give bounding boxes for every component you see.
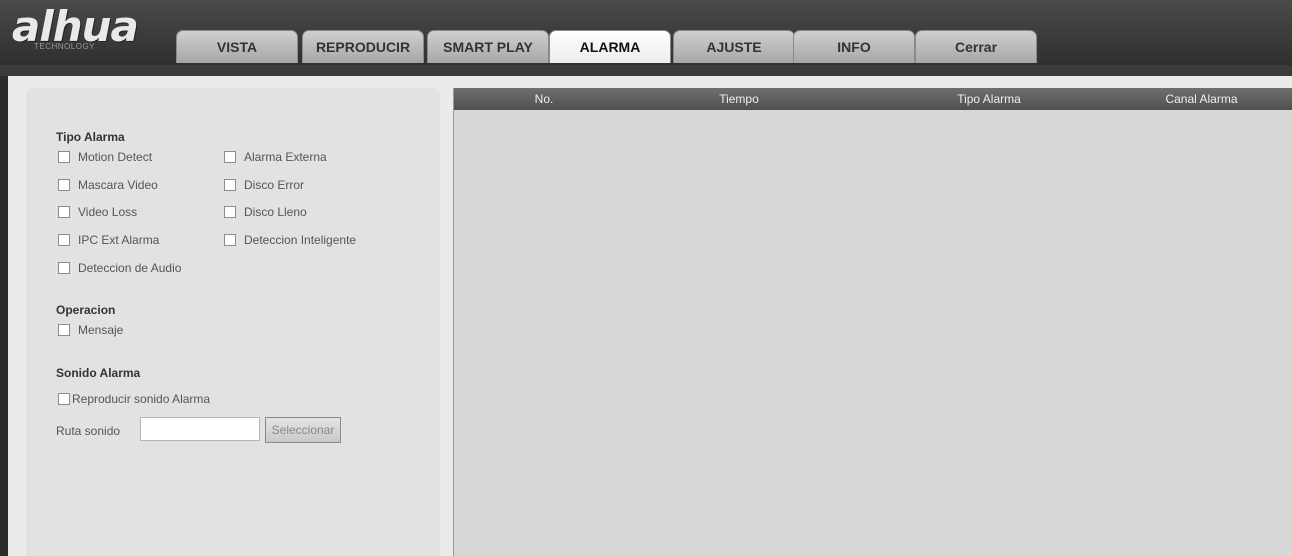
checkbox-deteccion-audio[interactable]: Deteccion de Audio bbox=[58, 261, 181, 275]
column-tiempo: Tiempo bbox=[719, 92, 759, 106]
tab-ajuste[interactable]: AJUSTE bbox=[673, 30, 795, 63]
checkbox-disco-error[interactable]: Disco Error bbox=[224, 178, 304, 192]
checkbox-alarma-externa[interactable]: Alarma Externa bbox=[224, 150, 327, 164]
checkbox-reproducir-sonido[interactable]: Reproducir sonido Alarma bbox=[58, 392, 210, 406]
tab-vista[interactable]: VISTA bbox=[176, 30, 298, 63]
column-canal-alarma: Canal Alarma bbox=[1165, 92, 1238, 106]
dahua-logo: alhua TECHNOLOGY bbox=[12, 2, 162, 54]
tab-cerrar[interactable]: Cerrar bbox=[915, 30, 1037, 63]
operation-title: Operacion bbox=[56, 303, 116, 317]
tab-reproducir[interactable]: REPRODUCIR bbox=[302, 30, 424, 63]
checkbox-mensaje[interactable]: Mensaje bbox=[58, 323, 123, 337]
checkbox-box[interactable] bbox=[58, 234, 70, 246]
column-no: No. bbox=[534, 92, 554, 106]
checkbox-label: Alarma Externa bbox=[244, 150, 327, 164]
checkbox-label: IPC Ext Alarma bbox=[78, 233, 160, 247]
checkbox-box[interactable] bbox=[58, 324, 70, 336]
checkbox-label: Video Loss bbox=[78, 205, 138, 219]
checkbox-video-loss[interactable]: Video Loss bbox=[58, 205, 137, 219]
sound-path-input[interactable] bbox=[140, 417, 260, 441]
checkbox-mascara-video[interactable]: Mascara Video bbox=[58, 178, 158, 192]
checkbox-motion-detect[interactable]: Motion Detect bbox=[58, 150, 152, 164]
checkbox-box[interactable] bbox=[224, 179, 236, 191]
checkbox-box[interactable] bbox=[224, 206, 236, 218]
checkbox-label: Deteccion Inteligente bbox=[244, 233, 357, 247]
checkbox-box[interactable] bbox=[58, 206, 70, 218]
table-header: No. Tiempo Tipo Alarma Canal Alarma bbox=[454, 88, 1292, 110]
tab-info[interactable]: INFO bbox=[793, 30, 915, 63]
logo-subtitle: TECHNOLOGY bbox=[34, 42, 96, 51]
tab-smart-play[interactable]: SMART PLAY bbox=[427, 30, 549, 63]
checkbox-label: Disco Error bbox=[244, 178, 305, 192]
checkbox-ipc-ext-alarma[interactable]: IPC Ext Alarma bbox=[58, 233, 159, 247]
left-edge bbox=[0, 76, 8, 556]
checkbox-disco-lleno[interactable]: Disco Lleno bbox=[224, 205, 307, 219]
checkbox-label: Reproducir sonido Alarma bbox=[72, 392, 211, 406]
sound-path-label: Ruta sonido bbox=[56, 424, 121, 438]
checkbox-box[interactable] bbox=[58, 151, 70, 163]
checkbox-label: Disco Lleno bbox=[244, 205, 307, 219]
checkbox-label: Motion Detect bbox=[78, 150, 153, 164]
column-tipo-alarma: Tipo Alarma bbox=[957, 92, 1021, 106]
checkbox-box[interactable] bbox=[58, 393, 70, 405]
alarm-list-table: No. Tiempo Tipo Alarma Canal Alarma bbox=[453, 88, 1292, 556]
checkbox-box[interactable] bbox=[58, 179, 70, 191]
alarm-type-title: Tipo Alarma bbox=[56, 130, 125, 144]
sound-title: Sonido Alarma bbox=[56, 366, 141, 380]
checkbox-label: Deteccion de Audio bbox=[78, 261, 182, 275]
select-sound-button[interactable]: Seleccionar bbox=[265, 417, 341, 443]
checkbox-box[interactable] bbox=[58, 262, 70, 274]
tab-alarma[interactable]: ALARMA bbox=[549, 30, 671, 63]
checkbox-deteccion-inteligente[interactable]: Deteccion Inteligente bbox=[224, 233, 356, 247]
top-bar: alhua TECHNOLOGY VISTA REPRODUCIR SMART … bbox=[0, 0, 1292, 65]
checkbox-box[interactable] bbox=[224, 151, 236, 163]
tab-underline-bar bbox=[0, 65, 1292, 76]
checkbox-label: Mascara Video bbox=[78, 178, 158, 192]
checkbox-label: Mensaje bbox=[78, 323, 124, 337]
checkbox-box[interactable] bbox=[224, 234, 236, 246]
